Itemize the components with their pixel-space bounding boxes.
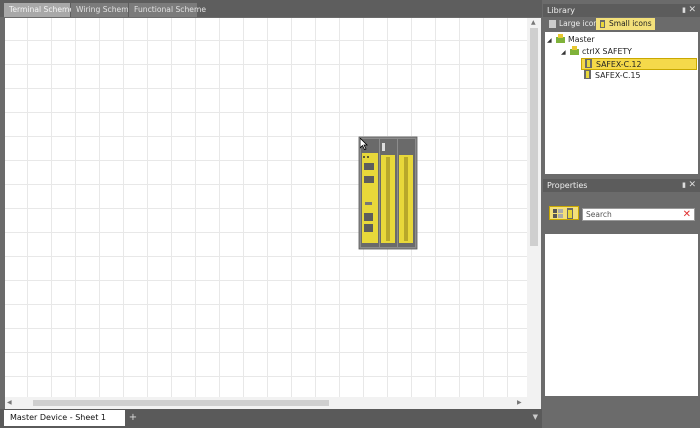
close-icon[interactable]: ✕ <box>688 179 696 192</box>
tree-item-safex-c12[interactable]: SAFEX-C.12 <box>581 58 697 70</box>
library-panel: Library ▮ ✕ Large icons Small icons ◢ Mas… <box>543 4 700 174</box>
scroll-up-icon[interactable]: ▲ <box>531 19 536 27</box>
small-icons-button[interactable]: Small icons <box>596 18 655 30</box>
device-icon <box>584 70 591 79</box>
large-icons-icon <box>549 20 556 28</box>
tab-label: Wiring Scheme <box>76 5 134 14</box>
categorized-view-button[interactable] <box>549 206 579 220</box>
scroll-left-icon[interactable]: ◀ <box>7 399 12 407</box>
tab-label: Terminal Scheme <box>9 5 75 14</box>
tree-node-label: ctrlX SAFETY <box>582 47 632 56</box>
folder-icon <box>556 34 565 43</box>
properties-description <box>545 400 698 428</box>
small-icons-label: Small icons <box>609 19 652 28</box>
clear-search-icon[interactable]: ✕ <box>683 209 691 220</box>
tab-terminal-scheme[interactable]: Terminal Scheme <box>4 3 74 17</box>
document-tab-bar: Terminal Scheme Wiring Scheme Functional… <box>0 0 542 17</box>
pin-icon[interactable]: ▮ <box>682 179 686 192</box>
tab-functional-scheme[interactable]: Functional Scheme <box>129 3 206 17</box>
library-tree: ◢ Master ◢ ctrlX SAFETY SAFEX-C.12 SAFEX-C… <box>545 32 698 174</box>
library-title: Library <box>547 6 575 15</box>
plus-icon: + <box>128 412 138 423</box>
chevron-down-icon[interactable]: ▼ <box>533 413 538 421</box>
categorized-icon <box>553 209 563 218</box>
properties-grid <box>545 234 698 396</box>
library-header: Library ▮ ✕ <box>543 4 700 17</box>
scroll-right-icon[interactable]: ▶ <box>517 399 522 407</box>
vertical-scrollbar[interactable]: ▲ <box>527 18 541 409</box>
tree-node-master[interactable]: ◢ Master <box>547 34 595 46</box>
small-icons-icon <box>600 20 605 28</box>
add-sheet-button[interactable]: + <box>127 410 139 426</box>
folder-icon <box>570 46 579 55</box>
library-toolbar: Large icons Small icons <box>543 17 700 32</box>
properties-title: Properties <box>547 181 588 190</box>
pin-icon[interactable]: ▮ <box>682 4 686 17</box>
tree-item-safex-c15[interactable]: SAFEX-C.15 <box>583 70 640 82</box>
mouse-cursor-icon <box>360 138 368 150</box>
sheet-tab-label: Master Device - Sheet 1 <box>10 413 106 422</box>
tree-item-label: SAFEX-C.12 <box>596 60 642 69</box>
tree-node-label: Master <box>568 35 595 44</box>
properties-panel: Properties ▮ ✕ Search ✕ <box>543 179 700 428</box>
horizontal-scrollbar[interactable]: ◀ ▶ <box>5 397 527 409</box>
close-icon[interactable]: ✕ <box>688 4 696 17</box>
tree-expand-icon[interactable]: ◢ <box>561 47 570 59</box>
horizontal-scroll-thumb[interactable] <box>33 400 329 406</box>
vertical-scroll-thumb[interactable] <box>530 28 538 246</box>
sheet-tab[interactable]: Master Device - Sheet 1 <box>4 410 125 426</box>
drawing-canvas[interactable] <box>5 18 541 409</box>
properties-header: Properties ▮ ✕ <box>543 179 700 192</box>
tab-label: Functional Scheme <box>134 5 207 14</box>
tree-node-ctrlx-safety[interactable]: ◢ ctrlX SAFETY <box>561 46 632 58</box>
sheet-tab-bar: Master Device - Sheet 1 + ▼ <box>0 409 542 428</box>
device-icon <box>567 208 573 219</box>
search-placeholder: Search <box>586 210 612 219</box>
tab-wiring-scheme[interactable]: Wiring Scheme <box>71 3 133 17</box>
safety-device-graphic[interactable] <box>358 135 418 251</box>
device-icon <box>585 59 592 68</box>
tree-item-label: SAFEX-C.15 <box>595 71 641 80</box>
tree-expand-icon[interactable]: ◢ <box>547 35 556 47</box>
properties-search-input[interactable]: Search ✕ <box>582 208 695 221</box>
